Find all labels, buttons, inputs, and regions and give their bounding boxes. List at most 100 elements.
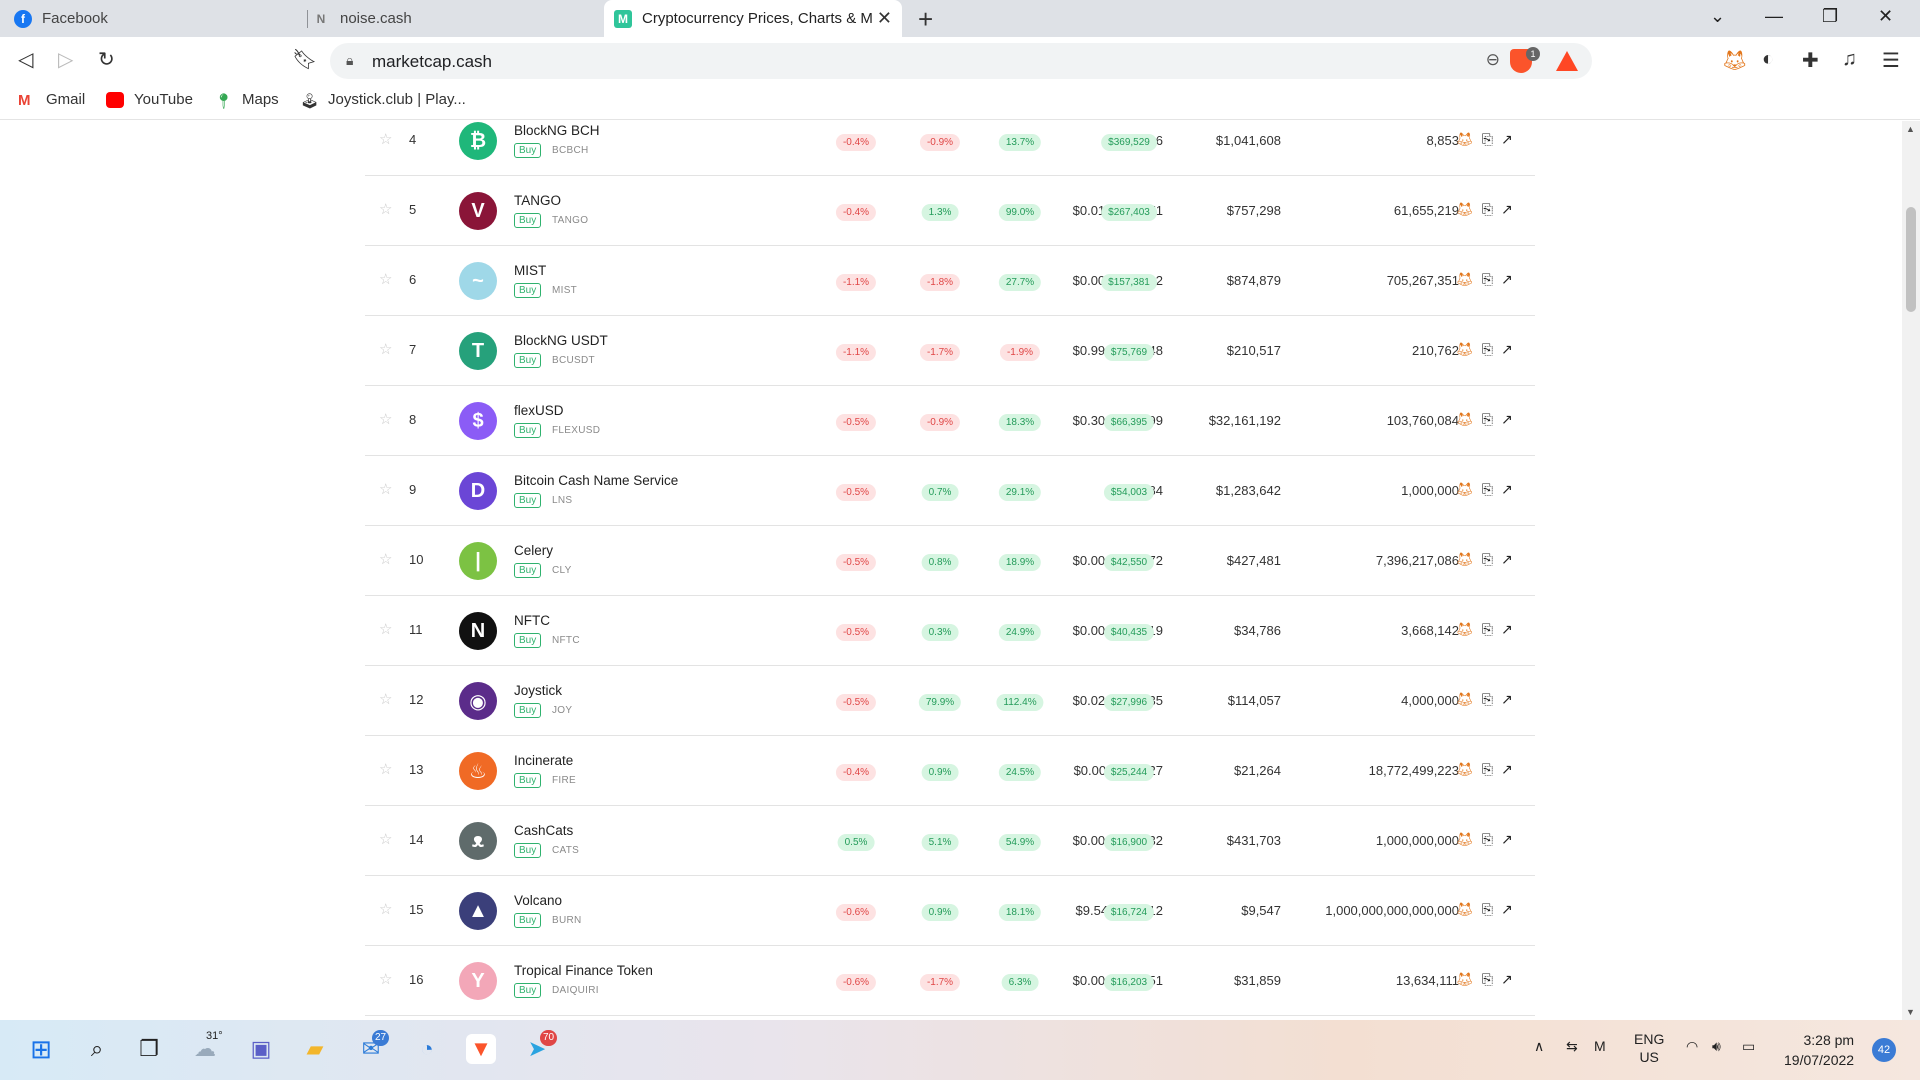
- external-link-icon[interactable]: ↗: [1501, 201, 1513, 218]
- copy-contract-icon[interactable]: ⎘: [1482, 901, 1493, 918]
- system-clock[interactable]: 3:28 pm 19/07/2022: [1784, 1030, 1854, 1070]
- metamask-add-icon[interactable]: 🦊︎: [1456, 481, 1474, 498]
- teams-chat-icon[interactable]: ▣: [246, 1034, 276, 1064]
- copy-contract-icon[interactable]: ⎘: [1482, 761, 1493, 778]
- table-row[interactable]: ☆9DBitcoin Cash Name ServiceBuyLNS$1.284…: [365, 456, 1535, 526]
- coin-name-link[interactable]: BlockNG BCH: [514, 123, 600, 138]
- coin-name-link[interactable]: flexUSD: [514, 403, 564, 418]
- tab-marketcap[interactable]: M Cryptocurrency Prices, Charts & M ✕: [604, 0, 902, 37]
- bookmark-maps[interactable]: 📍︎ Maps: [214, 91, 279, 110]
- copy-contract-icon[interactable]: ⎘: [1482, 411, 1493, 428]
- metamask-add-icon[interactable]: 🦊︎: [1456, 201, 1474, 218]
- buy-button[interactable]: Buy: [514, 423, 542, 438]
- external-link-icon[interactable]: ↗: [1501, 621, 1513, 638]
- menu-icon[interactable]: ☰: [1882, 48, 1900, 73]
- buy-button[interactable]: Buy: [514, 353, 542, 368]
- bookmark-joystick[interactable]: 🕹︎ Joystick.club | Play...: [300, 91, 466, 110]
- buy-button[interactable]: Buy: [514, 283, 542, 298]
- close-window-icon[interactable]: ✕: [1878, 6, 1893, 27]
- restore-icon[interactable]: ❐: [1822, 6, 1838, 27]
- favorite-star-icon[interactable]: ☆: [379, 340, 392, 358]
- external-link-icon[interactable]: ↗: [1501, 901, 1513, 918]
- language-indicator[interactable]: ENG US: [1634, 1030, 1664, 1066]
- buy-button[interactable]: Buy: [514, 563, 542, 578]
- metamask-add-icon[interactable]: 🦊︎: [1456, 901, 1474, 918]
- external-link-icon[interactable]: ↗: [1501, 551, 1513, 568]
- zoom-icon[interactable]: ⊖: [1486, 50, 1500, 70]
- tab-noise-cash[interactable]: N noise.cash: [312, 0, 602, 37]
- favorite-star-icon[interactable]: ☆: [379, 130, 392, 148]
- table-row[interactable]: ☆12◉JoystickBuyJOY$0.0285143435-0.5%79.9…: [365, 666, 1535, 736]
- tab-search-chevron-icon[interactable]: ⌄: [1710, 6, 1725, 27]
- new-tab-button[interactable]: +: [918, 4, 933, 35]
- coin-name-link[interactable]: Tropical Finance Token: [514, 963, 653, 978]
- external-link-icon[interactable]: ↗: [1501, 831, 1513, 848]
- scroll-down-icon[interactable]: ▼: [1906, 1007, 1915, 1017]
- coin-name-link[interactable]: TANGO: [514, 193, 561, 208]
- coin-name-link[interactable]: Bitcoin Cash Name Service: [514, 473, 678, 488]
- buy-button[interactable]: Buy: [514, 773, 542, 788]
- copy-contract-icon[interactable]: ⎘: [1482, 271, 1493, 288]
- coin-name-link[interactable]: Celery: [514, 543, 553, 558]
- table-row[interactable]: ☆10|CeleryBuyCLY$0.0000577972-0.5%0.8%18…: [365, 526, 1535, 596]
- external-link-icon[interactable]: ↗: [1501, 481, 1513, 498]
- copy-contract-icon[interactable]: ⎘: [1482, 481, 1493, 498]
- task-view-icon[interactable]: ❐: [134, 1034, 164, 1064]
- bookmark-gmail[interactable]: M Gmail: [18, 91, 85, 109]
- start-windows-icon[interactable]: ⊞: [26, 1034, 56, 1064]
- copy-contract-icon[interactable]: ⎘: [1482, 621, 1493, 638]
- metamask-add-icon[interactable]: 🦊︎: [1456, 691, 1474, 708]
- favorite-star-icon[interactable]: ☆: [379, 690, 392, 708]
- copy-contract-icon[interactable]: ⎘: [1482, 971, 1493, 988]
- favorite-star-icon[interactable]: ☆: [379, 760, 392, 778]
- close-tab-icon[interactable]: ✕: [877, 8, 892, 29]
- copy-contract-icon[interactable]: ⎘: [1482, 551, 1493, 568]
- address-bar[interactable]: 🔒︎ marketcap.cash ⊖ 1: [330, 43, 1592, 79]
- copy-contract-icon[interactable]: ⎘: [1482, 691, 1493, 708]
- minimize-icon[interactable]: —: [1765, 6, 1783, 27]
- metamask-add-icon[interactable]: 🦊︎: [1456, 271, 1474, 288]
- copy-contract-icon[interactable]: ⎘: [1482, 341, 1493, 358]
- search-icon[interactable]: ⌕: [82, 1034, 112, 1064]
- favorite-star-icon[interactable]: ☆: [379, 620, 392, 638]
- bookmark-icon[interactable]: 🔖︎: [292, 47, 317, 72]
- metamask-add-icon[interactable]: 🦊︎: [1456, 761, 1474, 778]
- coin-name-link[interactable]: Incinerate: [514, 753, 573, 768]
- table-row[interactable]: ☆7TBlockNG USDTBuyBCUSDT$0.9988353648-1.…: [365, 316, 1535, 386]
- volume-icon[interactable]: 🔊︎: [1712, 1038, 1721, 1055]
- metamask-add-icon[interactable]: 🦊︎: [1456, 971, 1474, 988]
- table-row[interactable]: ☆11NNFTCBuyNFTC$0.0094833819-0.5%0.3%24.…: [365, 596, 1535, 666]
- extensions-puzzle-icon[interactable]: ✚: [1802, 48, 1819, 73]
- scroll-up-icon[interactable]: ▲: [1906, 124, 1915, 134]
- buy-button[interactable]: Buy: [514, 983, 542, 998]
- brave-rewards-icon[interactable]: [1556, 51, 1578, 71]
- file-explorer-icon[interactable]: ▰: [300, 1034, 330, 1064]
- metamask-extension-icon[interactable]: 🦊︎: [1722, 48, 1747, 73]
- tab-facebook[interactable]: f Facebook: [14, 0, 308, 37]
- copy-contract-icon[interactable]: ⎘: [1482, 201, 1493, 218]
- favorite-star-icon[interactable]: ☆: [379, 410, 392, 428]
- table-row[interactable]: ☆14ᴥCashCatsBuyCATS$0.00043170320.5%5.1%…: [365, 806, 1535, 876]
- external-link-icon[interactable]: ↗: [1501, 411, 1513, 428]
- coin-name-link[interactable]: Volcano: [514, 893, 562, 908]
- notification-badge[interactable]: 42: [1872, 1038, 1896, 1062]
- messaging-app-icon[interactable]: ◔: [412, 1034, 442, 1064]
- external-link-icon[interactable]: ↗: [1501, 761, 1513, 778]
- bookmark-youtube[interactable]: YouTube: [106, 91, 193, 108]
- metamask-add-icon[interactable]: 🦊︎: [1456, 551, 1474, 568]
- favorite-star-icon[interactable]: ☆: [379, 200, 392, 218]
- coin-name-link[interactable]: NFTC: [514, 613, 550, 628]
- table-row[interactable]: ☆15▲VolcanoBuyBURN$9.547239e-12-0.6%0.9%…: [365, 876, 1535, 946]
- media-controls-icon[interactable]: ♫: [1842, 48, 1857, 71]
- buy-button[interactable]: Buy: [514, 843, 542, 858]
- back-icon[interactable]: ◁: [18, 47, 33, 72]
- buy-button[interactable]: Buy: [514, 913, 542, 928]
- battery-icon[interactable]: ▭: [1742, 1038, 1755, 1055]
- table-row[interactable]: ☆16YTropical Finance TokenBuyDAIQUIRI$0.…: [365, 946, 1535, 1016]
- copy-contract-icon[interactable]: ⎘: [1482, 831, 1493, 848]
- forward-icon[interactable]: ▷: [58, 47, 73, 72]
- external-link-icon[interactable]: ↗: [1501, 341, 1513, 358]
- scrollbar[interactable]: ▲ ▼: [1902, 121, 1920, 1020]
- buy-button[interactable]: Buy: [514, 493, 542, 508]
- table-row[interactable]: ☆5VTANGOBuyTANGO$0.0122827871-0.4%1.3%99…: [365, 176, 1535, 246]
